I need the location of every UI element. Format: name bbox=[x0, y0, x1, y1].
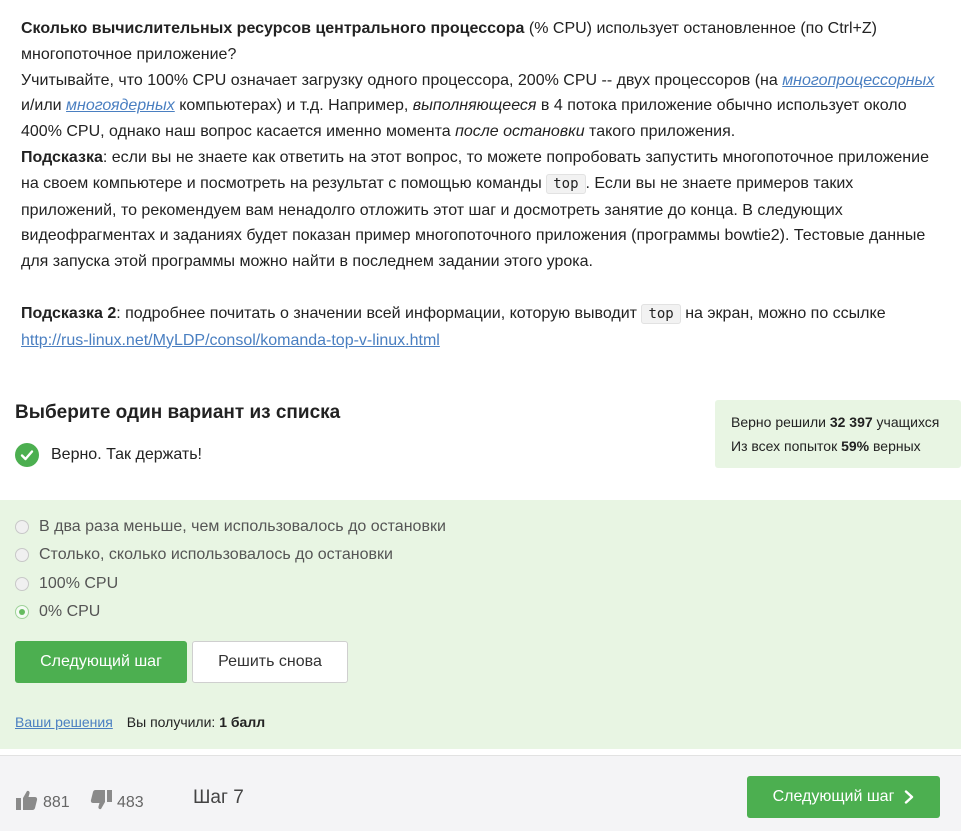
option-label: В два раза меньше, чем использовалось до… bbox=[39, 518, 446, 535]
chevron-right-icon bbox=[904, 790, 914, 804]
option-0-cpu[interactable]: 0% CPU bbox=[15, 603, 100, 621]
option-label: 100% CPU bbox=[39, 575, 119, 592]
thumbs-down-icon bbox=[90, 790, 112, 815]
multicore-link[interactable]: многоядерных bbox=[66, 97, 175, 114]
answer-area bbox=[0, 500, 961, 749]
likes-count: 881 bbox=[43, 793, 70, 811]
text-fragment: на экран, можно по ссылке bbox=[680, 304, 886, 322]
hint-paragraph: Подсказка: если вы не знаете как ответит… bbox=[21, 145, 941, 275]
top-docs-link[interactable]: http://rus-linux.net/MyLDP/consol/komand… bbox=[21, 332, 440, 349]
code-top: top bbox=[641, 303, 681, 324]
code-top: top bbox=[546, 173, 586, 194]
score-text: Вы получили: 1 балл bbox=[127, 714, 265, 730]
like-button[interactable]: 881 bbox=[16, 790, 70, 815]
dislikes-count: 483 bbox=[117, 793, 144, 811]
next-step-button[interactable]: Следующий шаг bbox=[15, 641, 187, 683]
option-100-cpu[interactable]: 100% CPU bbox=[15, 575, 118, 593]
italic-fragment: после остановки bbox=[455, 123, 585, 141]
step-label: Шаг 7 bbox=[193, 787, 244, 808]
hint-label: Подсказка bbox=[21, 148, 103, 166]
stats-attempts-percent: 59% bbox=[841, 438, 870, 454]
score-prefix: Вы получили: bbox=[126, 714, 220, 730]
solutions-row: Ваши решения Вы получили: 1 балл bbox=[15, 714, 265, 730]
score-value: 1 балл bbox=[219, 714, 266, 730]
footer-next-label: Следующий шаг bbox=[772, 788, 895, 805]
stats-solved: Верно решили 32 397 учащихся bbox=[731, 410, 945, 434]
hint2-label: Подсказка 2 bbox=[21, 304, 117, 322]
stats-solved-count: 32 397 bbox=[829, 414, 873, 430]
feedback-text: Верно. Так держать! bbox=[51, 446, 202, 463]
radio-button-selected[interactable] bbox=[15, 605, 29, 619]
hint2-paragraph: Подсказка 2: подробнее почитать о значен… bbox=[21, 301, 941, 354]
your-solutions-link[interactable]: Ваши решения bbox=[15, 714, 113, 730]
italic-fragment: выполняющееся bbox=[412, 97, 537, 115]
text-fragment: : подробнее почитать о значении всей инф… bbox=[116, 304, 642, 322]
quiz-title: Выберите один вариант из списка bbox=[15, 402, 341, 423]
stats-text: Из всех попыток bbox=[731, 438, 842, 454]
footer-next-step-button[interactable]: Следующий шаг bbox=[747, 776, 940, 818]
option-label: 0% CPU bbox=[39, 603, 101, 620]
thumbs-up-icon bbox=[16, 790, 38, 815]
option-half[interactable]: В два раза меньше, чем использовалось до… bbox=[15, 518, 446, 536]
text-fragment: такого приложения. bbox=[584, 123, 736, 141]
question-title: Сколько вычислительных ресурсов централь… bbox=[21, 20, 525, 37]
question-text: Сколько вычислительных ресурсов централь… bbox=[21, 16, 941, 353]
text-fragment: Учитывайте, что 100% CPU означает загруз… bbox=[21, 71, 783, 89]
radio-button[interactable] bbox=[15, 548, 29, 562]
stats-text: Верно решили bbox=[731, 414, 830, 430]
multiprocessor-link[interactable]: многопроцессорных bbox=[782, 72, 934, 89]
question-paragraph: Сколько вычислительных ресурсов централь… bbox=[21, 16, 941, 68]
retry-button[interactable]: Решить снова bbox=[192, 641, 348, 683]
footer-bar: 881 483 Шаг 7 Следующий шаг bbox=[0, 755, 961, 831]
option-same[interactable]: Столько, сколько использовалось до остан… bbox=[15, 546, 393, 564]
stats-panel: Верно решили 32 397 учащихся Из всех поп… bbox=[715, 400, 961, 468]
dislike-button[interactable]: 483 bbox=[90, 790, 144, 815]
radio-button[interactable] bbox=[15, 577, 29, 591]
radio-button[interactable] bbox=[15, 520, 29, 534]
feedback-row: Верно. Так держать! bbox=[15, 443, 202, 467]
stats-text: верных bbox=[869, 438, 921, 454]
text-fragment: и/или bbox=[21, 97, 67, 115]
check-circle-icon bbox=[15, 443, 39, 467]
option-label: Столько, сколько использовалось до остан… bbox=[39, 546, 393, 563]
stats-text: учащихся bbox=[872, 414, 940, 430]
stats-attempts: Из всех попыток 59% верных bbox=[731, 434, 945, 458]
question-explanation: Учитывайте, что 100% CPU означает загруз… bbox=[21, 68, 941, 145]
text-fragment: компьютерах) и т.д. Например, bbox=[174, 97, 413, 115]
